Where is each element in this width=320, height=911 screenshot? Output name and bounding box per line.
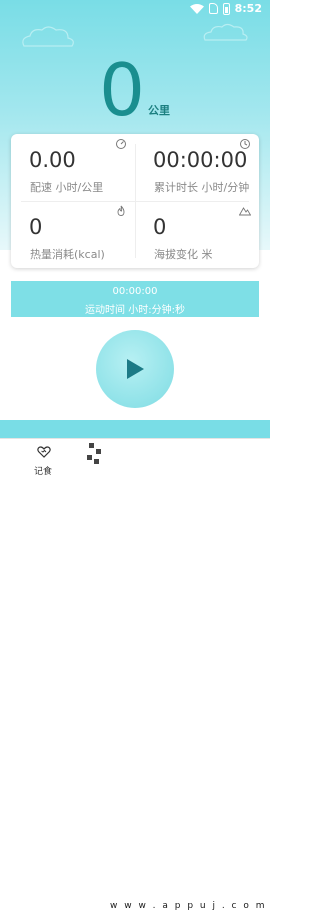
- altitude-value: 0: [153, 215, 167, 239]
- calorie-stat: 0 热量消耗(kcal): [11, 201, 135, 268]
- mountain-icon: [239, 207, 251, 216]
- clock-icon: [240, 139, 250, 149]
- cloud-icon: [22, 26, 74, 47]
- watermark-text: w w w . a p p u j . c o m: [110, 901, 267, 911]
- duration-stat: 00:00:00 累计时长 小时/分钟: [135, 134, 259, 201]
- wifi-icon: [189, 3, 204, 14]
- nav-item-diet[interactable]: 记食: [0, 439, 68, 481]
- sim-icon: [208, 3, 218, 14]
- distance-unit: 公里: [148, 104, 170, 117]
- start-button[interactable]: [96, 330, 174, 408]
- exercise-time-value: 00:00:00: [112, 286, 158, 297]
- heart-icon: [37, 446, 51, 458]
- pace-stat: 0.00 配速 小时/公里: [11, 134, 135, 201]
- bottom-nav: 记食 w w w . a p p u j . c o m: [0, 438, 270, 911]
- speedometer-icon: [116, 139, 126, 149]
- nav-label-diet: 记食: [34, 467, 53, 477]
- logo-icon: [87, 443, 101, 464]
- stats-card: 0.00 配速 小时/公里 00:00:00 累计时长 小时/分钟 0 热量消耗…: [11, 134, 259, 268]
- distance-value: 0: [99, 48, 145, 132]
- duration-label: 累计时长 小时/分钟: [154, 181, 250, 194]
- altitude-label: 海拔变化 米: [154, 248, 213, 261]
- duration-value: 00:00:00: [153, 148, 248, 172]
- calorie-label: 热量消耗(kcal): [30, 248, 105, 261]
- flame-icon: [117, 205, 125, 216]
- status-bar: 8:52: [0, 0, 270, 18]
- pace-value: 0.00: [29, 148, 76, 172]
- altitude-stat: 0 海拔变化 米: [135, 201, 259, 268]
- pace-label: 配速 小时/公里: [30, 181, 104, 194]
- calorie-value: 0: [29, 215, 43, 239]
- exercise-time-label: 运动时间 小时:分钟:秒: [85, 305, 185, 316]
- battery-icon: [222, 2, 230, 15]
- cloud-icon: [203, 23, 248, 41]
- status-time: 8:52: [234, 2, 262, 15]
- exercise-timer-bar: 00:00:00 运动时间 小时:分钟:秒: [11, 281, 259, 317]
- play-icon: [127, 359, 144, 379]
